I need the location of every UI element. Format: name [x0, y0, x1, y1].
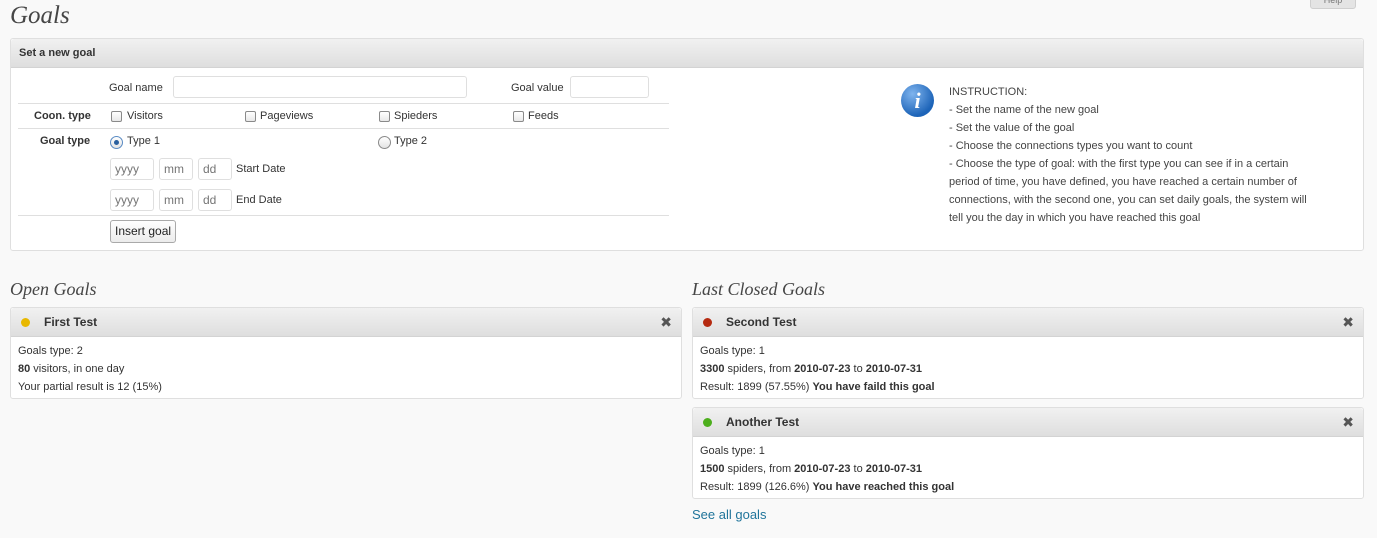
instructions: INSTRUCTION: - Set the name of the new g… [949, 83, 1359, 227]
feeds-checkbox[interactable] [513, 111, 524, 122]
goal-result-line: Result: 1899 (57.55%) You have faild thi… [700, 378, 1356, 396]
page-title: Goals [10, 2, 70, 29]
goal-to-date: 2010-07-31 [865, 463, 923, 475]
goal-card-header: First Test ✖ [11, 308, 681, 337]
goal-result-line: Result: 1899 (126.6%) You have reached t… [700, 478, 1356, 496]
end-month-input[interactable] [159, 189, 193, 211]
info-icon: i [901, 84, 934, 117]
feeds-label: Feeds [528, 110, 559, 122]
instruction-line: - Set the name of the new goal [949, 104, 1099, 116]
goal-card-another-test: Another Test ✖ Goals type: 1 1500 spider… [692, 407, 1364, 499]
goal-details: Goals type: 1 1500 spiders, from 2010-07… [693, 437, 1363, 501]
open-goals-title: Open Goals [10, 279, 97, 299]
closed-goals-title: Last Closed Goals [692, 279, 826, 299]
goal-target-line: 3300 spiders, from 2010-07-23 to 2010-07… [700, 360, 1356, 378]
instruction-line: - Choose the type of goal: with the firs… [949, 158, 1289, 170]
goal-to-date: 2010-07-31 [865, 363, 923, 375]
goal-type-line: Goals type: 1 [700, 345, 765, 357]
start-year-input[interactable] [110, 158, 154, 180]
instruction-line: - Set the value of the goal [949, 122, 1075, 134]
close-icon[interactable]: ✖ [1342, 414, 1354, 430]
help-tab[interactable]: Help [1310, 0, 1356, 9]
see-all-goals-link[interactable]: See all goals [692, 507, 766, 522]
goal-result-prefix: Result: 1899 (57.55%) [700, 381, 813, 393]
visitors-checkbox[interactable] [111, 111, 122, 122]
goal-type-line: Goals type: 1 [700, 445, 765, 457]
type2-label: Type 2 [394, 135, 428, 147]
goal-to-word: to [850, 363, 866, 375]
instruction-line: period of time, you have defined, you ha… [949, 176, 1297, 188]
goal-card-header: Second Test ✖ [693, 308, 1363, 337]
goal-type-label: Goal type [40, 135, 91, 147]
goal-name-input[interactable] [173, 76, 467, 98]
instruction-line: tell you the day in which you have reach… [949, 212, 1201, 224]
goal-target-value: 1500 [700, 463, 725, 475]
goal-target-value: 80 [18, 363, 31, 375]
new-goal-panel: Set a new goal Goal name Goal value Coon… [10, 38, 1364, 251]
spieders-label: Spieders [394, 110, 438, 122]
goal-result-prefix: Result: 1899 (126.6%) [700, 481, 813, 493]
goal-details: Goals type: 2 80 visitors, in one day Yo… [11, 337, 681, 401]
pageviews-label: Pageviews [260, 110, 314, 122]
start-day-input[interactable] [198, 158, 232, 180]
goal-name: Another Test [726, 415, 800, 429]
goal-target-text: visitors, in one day [30, 363, 125, 375]
goal-name-label: Goal name [109, 82, 163, 94]
goal-value-input[interactable] [570, 76, 649, 98]
start-date-label: Start Date [236, 163, 286, 175]
goal-target-line: 1500 spiders, from 2010-07-23 to 2010-07… [700, 460, 1356, 478]
instruction-line: - Choose the connections types you want … [949, 140, 1193, 152]
goal-card-second-test: Second Test ✖ Goals type: 1 3300 spiders… [692, 307, 1364, 399]
end-day-input[interactable] [198, 189, 232, 211]
type1-radio[interactable] [110, 136, 123, 149]
status-dot-icon [703, 318, 712, 327]
insert-goal-button[interactable]: Insert goal [110, 220, 177, 243]
start-month-input[interactable] [159, 158, 193, 180]
goal-name: First Test [44, 315, 98, 329]
close-icon[interactable]: ✖ [1342, 314, 1354, 330]
type1-label: Type 1 [127, 135, 161, 147]
conn-type-label: Coon. type [34, 110, 91, 122]
new-goal-panel-title: Set a new goal [11, 39, 1363, 68]
goal-value-label: Goal value [511, 82, 564, 94]
goal-details: Goals type: 1 3300 spiders, from 2010-07… [693, 337, 1363, 401]
end-year-input[interactable] [110, 189, 154, 211]
status-dot-icon [21, 318, 30, 327]
divider [18, 103, 669, 104]
close-icon[interactable]: ✖ [660, 314, 672, 330]
goal-card-first-test: First Test ✖ Goals type: 2 80 visitors, … [10, 307, 682, 399]
pageviews-checkbox[interactable] [245, 111, 256, 122]
divider [18, 215, 669, 216]
goal-from-date: 2010-07-23 [794, 463, 851, 475]
goal-result-outcome: You have faild this goal [812, 381, 935, 393]
goal-target-text: spiders, from [724, 463, 795, 475]
spieders-checkbox[interactable] [379, 111, 390, 122]
type2-radio[interactable] [378, 136, 391, 149]
goal-target-line: 80 visitors, in one day [18, 360, 674, 378]
instruction-line: INSTRUCTION: [949, 86, 1028, 98]
goal-card-header: Another Test ✖ [693, 408, 1363, 437]
goal-name: Second Test [726, 315, 797, 329]
goal-target-text: spiders, from [724, 363, 795, 375]
goal-from-date: 2010-07-23 [794, 363, 851, 375]
goal-result-line: Your partial result is 12 (15%) [18, 381, 162, 393]
visitors-label: Visitors [127, 110, 163, 122]
end-date-label: End Date [236, 194, 282, 206]
goal-target-value: 3300 [700, 363, 725, 375]
status-dot-icon [703, 418, 712, 427]
goal-to-word: to [850, 463, 866, 475]
divider [18, 128, 669, 129]
goal-type-line: Goals type: 2 [18, 345, 83, 357]
goal-result-outcome: You have reached this goal [812, 481, 955, 493]
instruction-line: connections, with the second one, you ca… [949, 194, 1307, 206]
